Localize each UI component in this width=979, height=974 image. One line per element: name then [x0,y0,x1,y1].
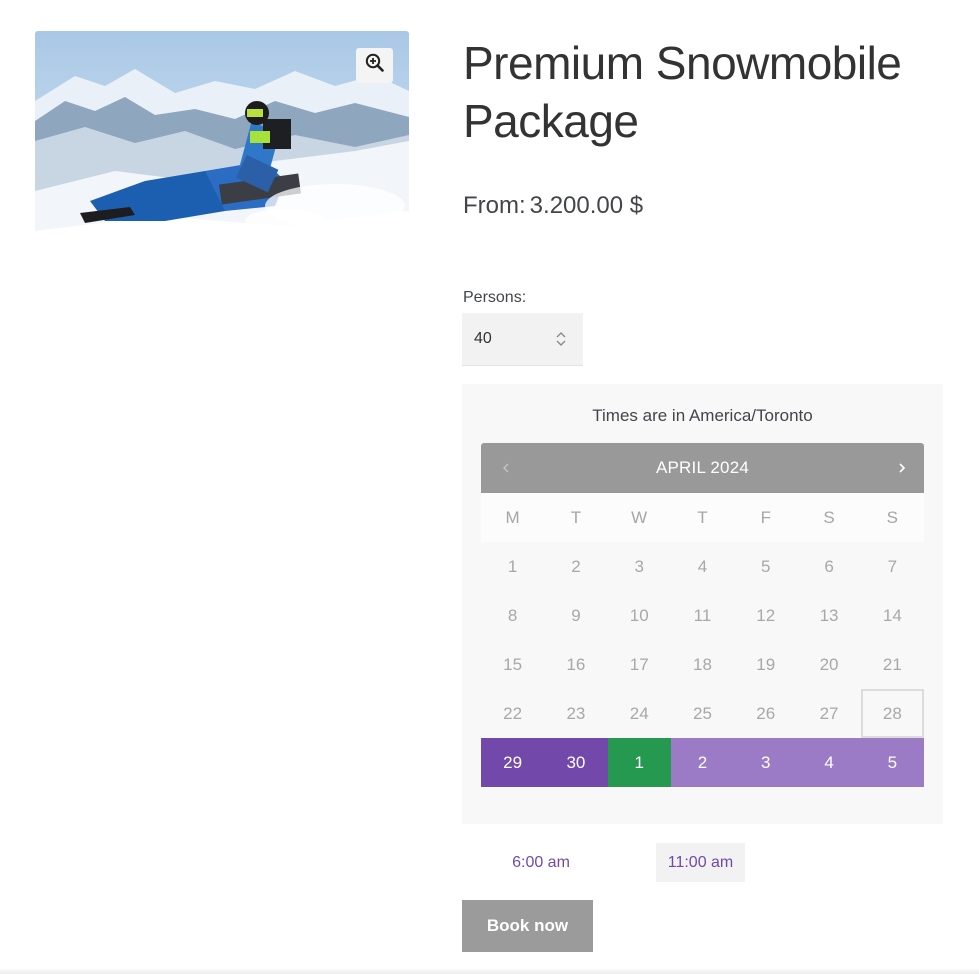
calendar-day: 18 [693,654,712,674]
calendar-header: APRIL 2024 [481,443,924,493]
calendar-day-available[interactable]: 3 [734,738,798,787]
calendar-day: 1 [507,556,518,576]
up-down-stepper-icon[interactable] [551,329,571,349]
calendar-day: 26 [756,703,776,723]
calendar-day: 13 [819,605,839,625]
calendar-day: 14 [882,605,902,625]
time-slot-selected[interactable]: 11:00 am [656,843,745,882]
persons-label: Persons: [463,289,527,306]
calendar-day: 25 [693,703,712,723]
zoom-button[interactable] [356,48,393,83]
weekday-label: F [734,493,798,542]
date-picker: APRIL 2024 M T W T F S S 1 2 3 4 5 6 7 8… [481,443,924,787]
time-slot[interactable]: 6:00 am [496,843,586,882]
calendar-week: 8 9 10 11 12 13 14 [481,591,924,640]
timezone-note: Times are in America/Toronto [592,406,813,425]
chevron-right-icon [899,463,906,473]
calendar-day: 20 [819,654,839,674]
persons-input[interactable]: 40 [462,313,583,366]
booking-calendar-panel: Times are in America/Toronto APRIL 2024 … [462,384,943,824]
price-prefix: From: [463,192,526,219]
calendar-week: 22 23 24 25 26 27 28 [481,689,924,738]
calendar-day: 24 [629,703,649,723]
calendar-day: 4 [697,556,708,576]
weekday-label: W [607,493,671,542]
calendar-day: 11 [693,605,712,625]
calendar-day: 7 [887,556,898,576]
book-now-button[interactable]: Book now [462,900,593,952]
product-title: Premium Snowmobile Package [463,37,902,147]
calendar-day: 22 [503,703,523,723]
calendar-day-available[interactable]: 2 [670,738,735,787]
weekday-label: M [481,493,545,542]
next-month-button[interactable] [891,457,913,479]
calendar-day-selected[interactable]: 29 [481,738,545,787]
calendar-day: 10 [629,605,649,625]
calendar-day: 21 [882,654,902,674]
calendar-grid: M T W T F S S 1 2 3 4 5 6 7 8 9 10 11 12… [481,493,924,787]
weekday-label: S [797,493,861,542]
calendar-day-selected[interactable]: 30 [544,738,608,787]
calendar-day: 2 [571,556,581,576]
calendar-day: 19 [756,654,776,674]
calendar-day: 23 [566,703,586,723]
calendar-day-available[interactable]: 1 [607,738,671,787]
persons-value: 40 [474,330,492,347]
calendar-day-available[interactable]: 5 [860,738,924,787]
calendar-day: 9 [571,605,581,625]
calendar-day: 5 [761,556,771,576]
calendar-week: 29 30 1 2 3 4 5 [481,738,924,787]
weekday-label: T [544,493,608,542]
price: From: 3.200.00 $ [463,192,643,220]
weekday-row: M T W T F S S [481,493,924,542]
calendar-day: 27 [819,703,839,723]
calendar-day: 8 [507,605,518,625]
calendar-week: 15 16 17 18 19 20 21 [481,640,924,689]
calendar-day: 3 [634,556,644,576]
calendar-week: 1 2 3 4 5 6 7 [481,542,924,591]
calendar-day-available[interactable]: 4 [797,738,861,787]
page-bottom-edge [0,968,979,974]
weekday-label: T [670,493,735,542]
calendar-day-today: 28 [861,689,924,738]
calendar-day: 17 [629,654,649,674]
product-image[interactable] [35,31,409,280]
calendar-day: 6 [824,556,834,576]
calendar-day: 15 [503,654,523,674]
zoom-in-icon [365,53,385,78]
calendar-month-title: APRIL 2024 [655,458,750,477]
calendar-day: 16 [566,654,586,674]
calendar-day: 12 [756,605,776,625]
price-value: 3.200.00 $ [529,192,644,219]
weekday-label: S [860,493,924,542]
